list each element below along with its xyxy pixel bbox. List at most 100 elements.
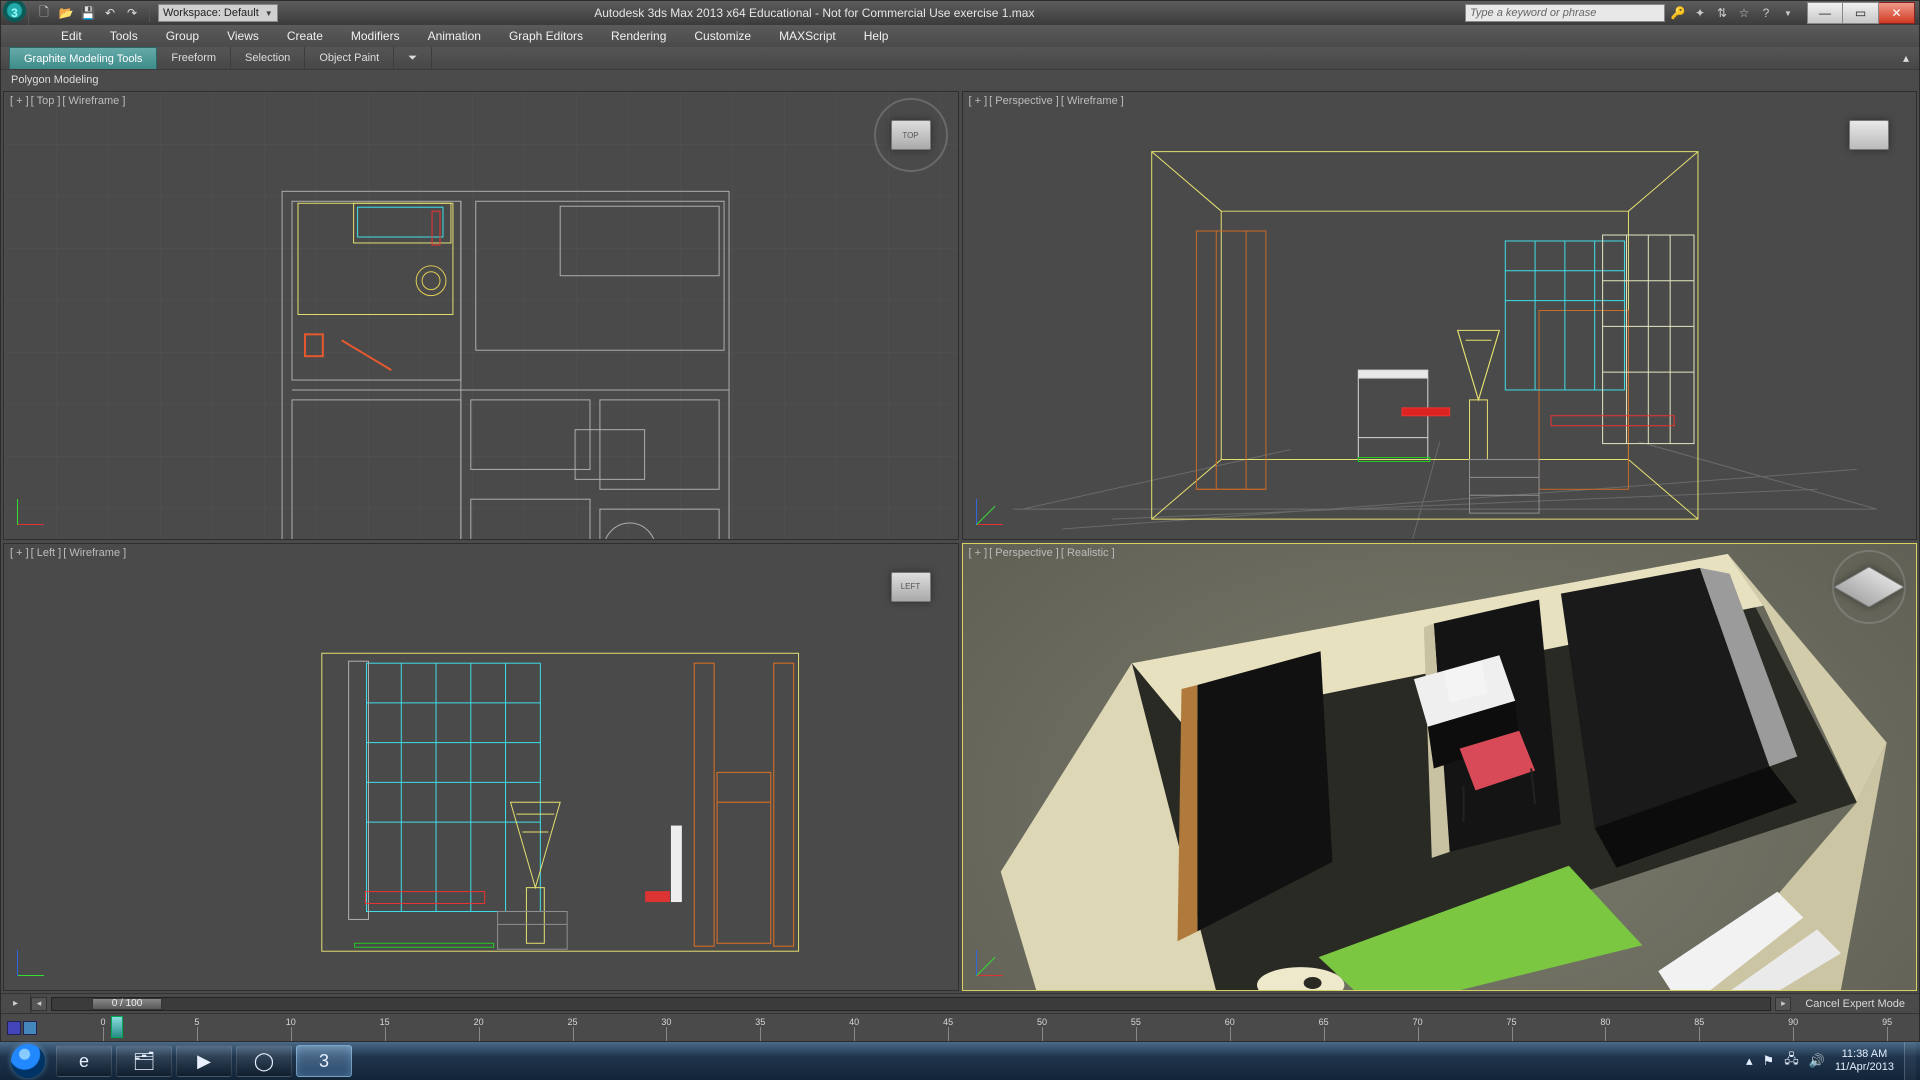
task-ie[interactable]: e xyxy=(56,1045,112,1077)
vp-view-label[interactable]: [ Perspective ] xyxy=(989,95,1059,107)
viewcube[interactable] xyxy=(1838,556,1900,618)
task-explorer[interactable]: 🗂 xyxy=(116,1045,172,1077)
menu-edit[interactable]: Edit xyxy=(47,25,96,47)
menu-rendering[interactable]: Rendering xyxy=(597,25,680,47)
vp-shading-label[interactable]: [ Realistic ] xyxy=(1061,547,1115,559)
open-file-icon[interactable]: 📂 xyxy=(57,4,75,22)
trackbar-expand-icon[interactable]: ▸ xyxy=(1,994,31,1014)
new-file-icon[interactable]: 🗋 xyxy=(35,4,53,22)
menu-group[interactable]: Group xyxy=(152,25,213,47)
timeline-ruler[interactable]: 0510152025303540455055606570758085909510… xyxy=(43,1014,1919,1041)
menu-customize[interactable]: Customize xyxy=(680,25,765,47)
vp-shading-label[interactable]: [ Wireframe ] xyxy=(63,547,126,559)
menu-animation[interactable]: Animation xyxy=(414,25,495,47)
tick-label: 40 xyxy=(849,1017,859,1027)
viewport-top[interactable]: [ + ] [ Top ] [ Wireframe ] TOP xyxy=(3,91,959,540)
ribbon-tab-object-paint[interactable]: Object Paint xyxy=(305,47,394,69)
ribbon-panel-label[interactable]: Polygon Modeling xyxy=(11,74,98,86)
ribbon-tab-selection[interactable]: Selection xyxy=(231,47,305,69)
app-menu-button[interactable]: 3 xyxy=(1,1,29,25)
task-media-player[interactable]: ▶ xyxy=(176,1045,232,1077)
tray-volume-icon[interactable]: 🔊 xyxy=(1809,1053,1825,1069)
start-button[interactable] xyxy=(4,1042,52,1080)
vp-menu-toggle[interactable]: [ + ] xyxy=(10,547,29,559)
show-desktop-button[interactable] xyxy=(1904,1042,1916,1080)
tray-flag-icon[interactable]: ⚑ xyxy=(1763,1053,1775,1069)
task-chrome[interactable]: ◯ xyxy=(236,1045,292,1077)
key-filter-icon[interactable] xyxy=(23,1021,37,1035)
help-dropdown-icon[interactable]: ▼ xyxy=(1779,4,1797,22)
key-mode-icon[interactable] xyxy=(7,1021,21,1035)
tick xyxy=(479,1027,480,1041)
tick xyxy=(1324,1027,1325,1041)
undo-icon[interactable]: ↶ xyxy=(101,4,119,22)
ribbon-tab-strip: Graphite Modeling Tools Freeform Selecti… xyxy=(1,47,1919,69)
ribbon-tab-graphite[interactable]: Graphite Modeling Tools xyxy=(9,47,157,70)
time-slider-thumb[interactable]: 0 / 100 xyxy=(92,998,162,1010)
tick xyxy=(948,1027,949,1041)
exchange-icon[interactable]: ✦ xyxy=(1691,4,1709,22)
tick xyxy=(1887,1027,1888,1041)
cancel-expert-mode[interactable]: Cancel Expert Mode xyxy=(1791,998,1919,1010)
scroll-left-icon[interactable]: ◂ xyxy=(31,997,47,1011)
menu-graph-editors[interactable]: Graph Editors xyxy=(495,25,597,47)
ribbon-tab-dropdown[interactable]: ⏷ xyxy=(394,47,432,69)
tick-label: 80 xyxy=(1600,1017,1610,1027)
viewport-left[interactable]: [ + ] [ Left ] [ Wireframe ] LEFT xyxy=(3,543,959,992)
vp-view-label[interactable]: [ Top ] xyxy=(31,95,61,107)
windows-logo-icon xyxy=(11,1044,45,1078)
favorite-icon[interactable]: ☆ xyxy=(1735,4,1753,22)
close-button[interactable]: ✕ xyxy=(1879,2,1915,24)
vp-view-label[interactable]: [ Left ] xyxy=(31,547,62,559)
tick xyxy=(1793,1027,1794,1041)
time-slider-track[interactable]: 0 / 100 xyxy=(51,997,1771,1011)
help-search-input[interactable]: Type a keyword or phrase xyxy=(1465,4,1665,22)
ribbon-tab-freeform[interactable]: Freeform xyxy=(157,47,231,69)
menu-maxscript[interactable]: MAXScript xyxy=(765,25,850,47)
vp-shading-label[interactable]: [ Wireframe ] xyxy=(1061,95,1124,107)
tick-label: 20 xyxy=(474,1017,484,1027)
viewcube[interactable] xyxy=(1838,104,1900,166)
menu-help[interactable]: Help xyxy=(850,25,903,47)
save-file-icon[interactable]: 💾 xyxy=(79,4,97,22)
viewport-perspective-realistic[interactable]: [ + ] [ Perspective ] [ Realistic ] xyxy=(962,543,1918,992)
tick-label: 25 xyxy=(567,1017,577,1027)
workspace-dropdown[interactable]: Workspace: Default ▼ xyxy=(158,4,278,22)
menu-modifiers[interactable]: Modifiers xyxy=(337,25,414,47)
viewcube-face: LEFT xyxy=(891,572,931,602)
redo-icon[interactable]: ↷ xyxy=(123,4,141,22)
minimize-button[interactable]: — xyxy=(1807,2,1843,24)
axis-gizmo xyxy=(18,489,54,525)
communication-icon[interactable]: ⇅ xyxy=(1713,4,1731,22)
vp-view-label[interactable]: [ Perspective ] xyxy=(989,547,1059,559)
menu-views[interactable]: Views xyxy=(213,25,273,47)
vp-menu-toggle[interactable]: [ + ] xyxy=(10,95,29,107)
help-icon[interactable]: ? xyxy=(1757,4,1775,22)
timeline-config[interactable] xyxy=(1,1014,43,1041)
tray-clock[interactable]: 11:38 AM 11/Apr/2013 xyxy=(1835,1048,1894,1074)
menubar: Edit Tools Group Views Create Modifiers … xyxy=(1,25,1919,47)
subscription-icon[interactable]: 🔑 xyxy=(1669,4,1687,22)
viewport-perspective-wire[interactable]: [ + ] [ Perspective ] [ Wireframe ] xyxy=(962,91,1918,540)
menu-create[interactable]: Create xyxy=(273,25,337,47)
task-3dsmax[interactable]: 3 xyxy=(296,1045,352,1077)
tray-network-icon[interactable]: 🖧 xyxy=(1784,1050,1799,1072)
ribbon-pin-icon[interactable]: ▴ xyxy=(1903,51,1909,65)
viewport-label-left: [ + ] [ Left ] [ Wireframe ] xyxy=(10,547,126,559)
tick xyxy=(854,1027,855,1041)
tray-overflow-icon[interactable]: ▴ xyxy=(1746,1053,1753,1069)
tick xyxy=(573,1027,574,1041)
clock-date: 11/Apr/2013 xyxy=(1835,1061,1894,1074)
viewcube[interactable]: LEFT xyxy=(880,556,942,618)
vp-shading-label[interactable]: [ Wireframe ] xyxy=(62,95,125,107)
scroll-right-icon[interactable]: ▸ xyxy=(1775,997,1791,1011)
vp-menu-toggle[interactable]: [ + ] xyxy=(969,547,988,559)
tick-label: 90 xyxy=(1788,1017,1798,1027)
maximize-button[interactable]: ▭ xyxy=(1843,2,1879,24)
tick-label: 95 xyxy=(1882,1017,1892,1027)
viewcube[interactable]: TOP xyxy=(880,104,942,166)
timeline: 0510152025303540455055606570758085909510… xyxy=(1,1013,1919,1041)
vp-menu-toggle[interactable]: [ + ] xyxy=(969,95,988,107)
menu-tools[interactable]: Tools xyxy=(96,25,152,47)
titlebar-right-tools: Type a keyword or phrase 🔑 ✦ ⇅ ☆ ? ▼ — ▭… xyxy=(1465,2,1919,24)
